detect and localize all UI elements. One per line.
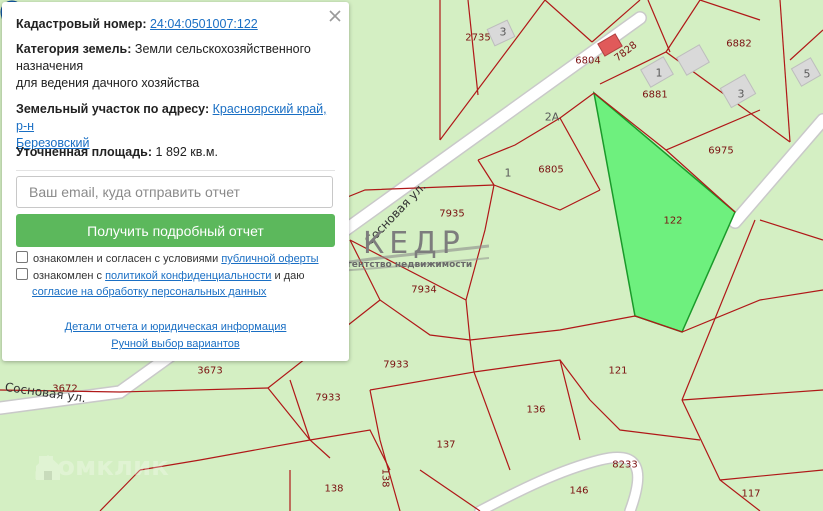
category-label: Категория земель: bbox=[16, 42, 132, 56]
building-number: 3 bbox=[499, 25, 507, 39]
area-row: Уточненная площадь: 1 892 кв.м. bbox=[16, 144, 335, 161]
consent-privacy-text: ознакомлен с bbox=[33, 270, 103, 282]
plot-label: 3673 bbox=[197, 365, 223, 377]
email-input[interactable] bbox=[16, 176, 333, 208]
building-number: 5 bbox=[803, 67, 811, 81]
watermark-subtitle: агентство недвижимости bbox=[341, 260, 473, 270]
address-label: Земельный участок по адресу: bbox=[16, 102, 210, 116]
plot-label: 7934 bbox=[411, 284, 437, 296]
plot-label: 117 bbox=[741, 488, 761, 500]
kedr-watermark: КЕДР агентство недвижимости bbox=[339, 226, 489, 278]
plot-label: 2A bbox=[544, 110, 560, 124]
consent-privacy-row: ознакомлен с политикой конфиденциальност… bbox=[16, 268, 339, 300]
building-number: 1 bbox=[655, 66, 663, 80]
plot-label: 136 bbox=[526, 404, 546, 416]
plot-label: 7933 bbox=[315, 392, 341, 404]
plot-label: 6804 bbox=[575, 55, 601, 67]
plot-label: 8233 bbox=[612, 459, 638, 471]
plot-label: 121 bbox=[608, 365, 628, 377]
plot-label: 6881 bbox=[642, 89, 668, 101]
consent-offer-checkbox[interactable] bbox=[16, 251, 28, 263]
plot-label: 7935 bbox=[439, 208, 465, 220]
plot-label: 138 bbox=[324, 483, 344, 495]
area-value: 1 892 кв.м. bbox=[155, 145, 218, 159]
area-label: Уточненная площадь: bbox=[16, 145, 153, 159]
plot-label: 146 bbox=[569, 485, 589, 497]
public-offer-link[interactable]: публичной оферты bbox=[221, 253, 318, 265]
building-number: 3 bbox=[737, 87, 745, 101]
consent-privacy-text: и даю bbox=[274, 270, 305, 282]
plot-label-selected: 122 bbox=[663, 215, 683, 227]
cadastral-row: Кадастровый номер: 24:04:0501007:122 bbox=[16, 16, 335, 33]
plot-info-panel: Кадастровый номер: 24:04:0501007:122 Кат… bbox=[2, 2, 349, 361]
plot-label: 6805 bbox=[538, 164, 564, 176]
plot-label: 2735 bbox=[465, 32, 491, 44]
plot-label: 137 bbox=[436, 439, 456, 451]
report-details-link[interactable]: Детали отчета и юридическая информация bbox=[65, 321, 287, 333]
cadastral-number-link[interactable]: 24:04:0501007:122 bbox=[150, 17, 258, 31]
house-logo-icon bbox=[36, 455, 60, 480]
selected-plot-122[interactable] bbox=[592, 91, 736, 333]
divider bbox=[16, 170, 335, 171]
manual-footer: Ручной выбор вариантов bbox=[2, 338, 349, 350]
details-footer: Детали отчета и юридическая информация bbox=[2, 321, 349, 333]
domclick-watermark: Домклик bbox=[34, 452, 169, 482]
plot-label: 6975 bbox=[708, 145, 734, 157]
watermark-title: КЕДР bbox=[363, 226, 465, 261]
personal-data-consent-link[interactable]: согласие на обработку персональных данны… bbox=[32, 286, 266, 298]
category-value: Земли сельскохозяйственного bbox=[134, 42, 311, 56]
plot-label: 7933 bbox=[383, 359, 409, 371]
plot-label: 138 bbox=[379, 468, 391, 488]
cadastral-label: Кадастровый номер: bbox=[16, 17, 147, 31]
plot-label: 6882 bbox=[726, 38, 752, 50]
privacy-policy-link[interactable]: политикой конфиденциальности bbox=[105, 270, 271, 282]
plot-label: 1 bbox=[504, 166, 512, 180]
manual-selection-link[interactable]: Ручной выбор вариантов bbox=[111, 338, 239, 350]
consent-offer-text: ознакомлен и согласен с условиями bbox=[33, 253, 219, 265]
category-row: Категория земель: Земли сельскохозяйстве… bbox=[16, 41, 335, 92]
category-value: для ведения дачного хозяйства bbox=[16, 76, 200, 90]
category-value: назначения bbox=[16, 59, 84, 73]
get-report-button[interactable]: Получить подробный отчет bbox=[16, 214, 335, 247]
consent-privacy-checkbox[interactable] bbox=[16, 268, 28, 280]
consent-offer-row: ознакомлен и согласен с условиями публич… bbox=[16, 251, 339, 267]
